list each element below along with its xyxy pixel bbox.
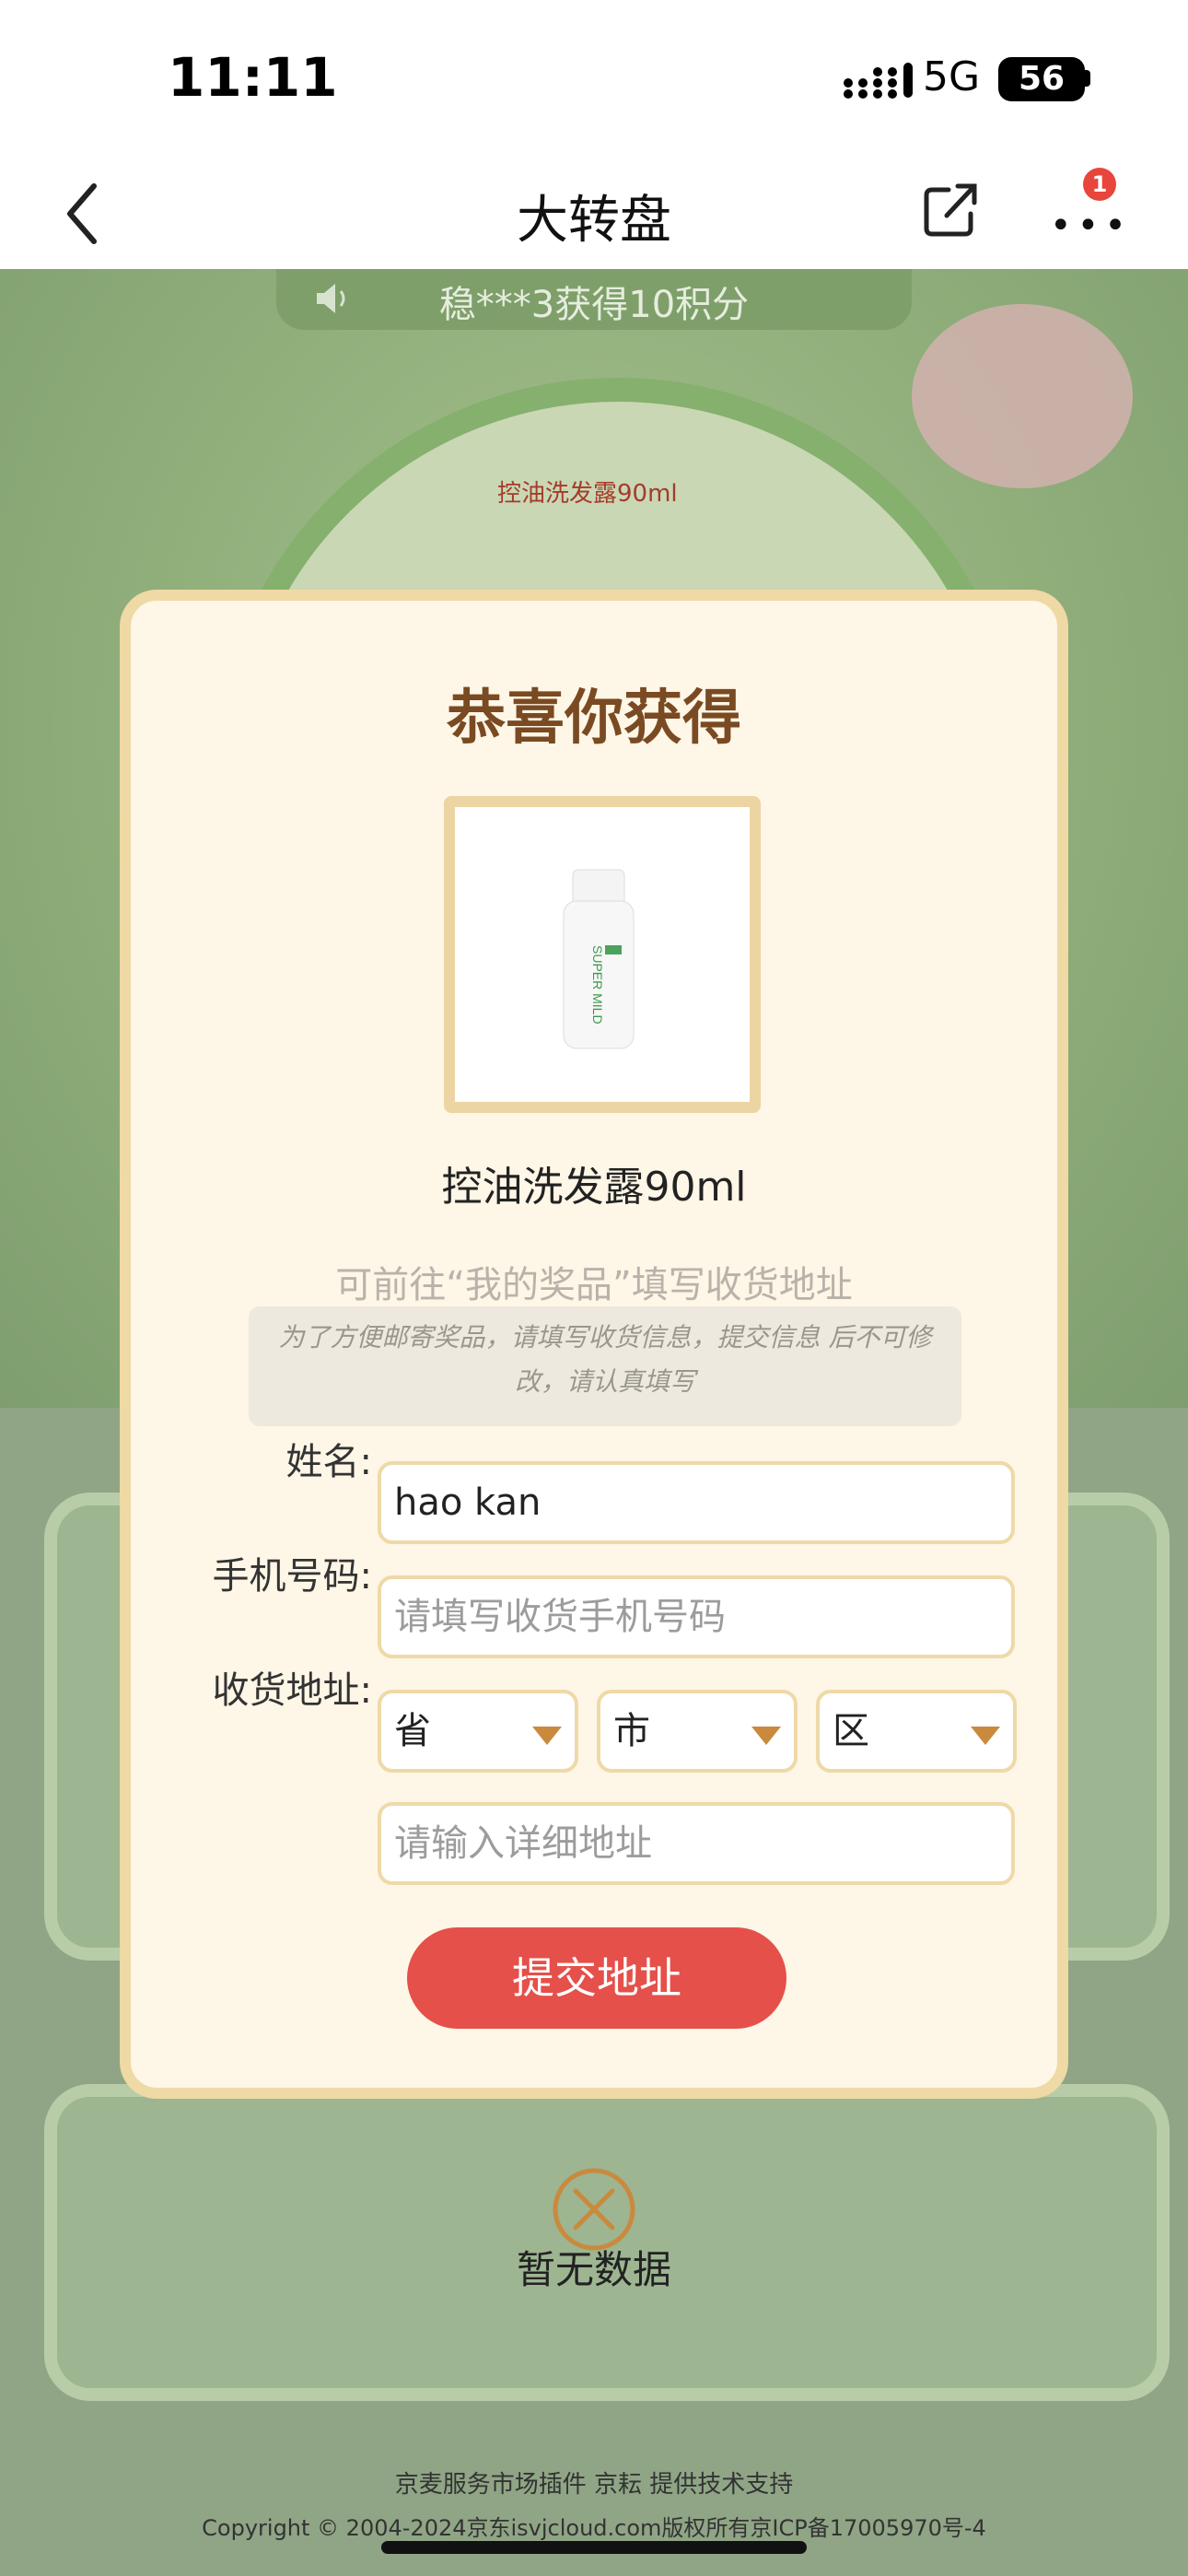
empty-state-text: 暂无数据 [516,2247,671,2292]
status-time: 11:11 [168,46,338,109]
home-indicator [381,2541,807,2554]
share-icon[interactable] [921,179,982,240]
submit-address-button[interactable]: 提交地址 [407,1927,786,2029]
address-note: 为了方便邮寄奖品，请填写收货信息，提交信息 后不可修改，请认真填写 [249,1306,961,1426]
prize-modal: 恭喜你获得 SUPER MILD 控油洗发露90ml 可前往“我的奖品”填写收货… [120,590,1068,2099]
detail-address-input[interactable]: 请输入详细地址 [378,1802,1015,1885]
city-select[interactable]: 市 [597,1690,798,1773]
prize-image-frame: SUPER MILD [444,796,761,1113]
winner-notice-text: 稳***3获得10积分 [438,284,750,326]
city-value: 市 [613,1710,650,1752]
status-bar: 11:11 5G 56 [0,0,1188,157]
footer-copyright: Copyright © 2004-2024京东isvjcloud.com版权所有… [202,2515,986,2541]
chevron-down-icon [532,1727,562,1745]
svg-text:SUPER MILD: SUPER MILD [590,945,605,1025]
footer-support-text: 京麦服务市场插件 京耘 提供技术支持 [394,2471,794,2499]
signal-icon [844,63,913,99]
nav-bar: 大转盘 ••• 1 [0,157,1188,269]
phone-input[interactable]: 请填写收货手机号码 [378,1575,1015,1658]
more-icon[interactable]: ••• [1050,205,1132,247]
network-type: 5G [923,53,981,100]
chevron-down-icon [751,1727,781,1745]
page-title: 大转盘 [517,191,671,251]
phone-label: 手机号码: [212,1555,372,1598]
name-input[interactable]: hao kan [378,1461,1015,1544]
my-prizes-hint: 可前往“我的奖品”填写收货地址 [335,1264,853,1306]
address-label: 收货地址: [212,1669,372,1712]
shampoo-bottle-image: SUPER MILD [563,869,635,1049]
battery-tip [1085,70,1090,87]
district-select[interactable]: 区 [816,1690,1017,1773]
prize-name: 控油洗发露90ml [441,1164,747,1211]
notification-badge: 1 [1083,168,1116,201]
chevron-down-icon [971,1727,1000,1745]
modal-title: 恭喜你获得 [447,685,741,753]
district-value: 区 [833,1710,869,1752]
promo-heart-image [912,304,1133,488]
winner-notice-bar: 稳***3获得10积分 [276,269,912,330]
battery-icon: 56 [998,57,1085,101]
province-value: 省 [394,1710,431,1752]
province-select[interactable]: 省 [378,1690,578,1773]
wheel-prize-label: 控油洗发露90ml [497,480,678,508]
name-label: 姓名: [285,1441,372,1483]
